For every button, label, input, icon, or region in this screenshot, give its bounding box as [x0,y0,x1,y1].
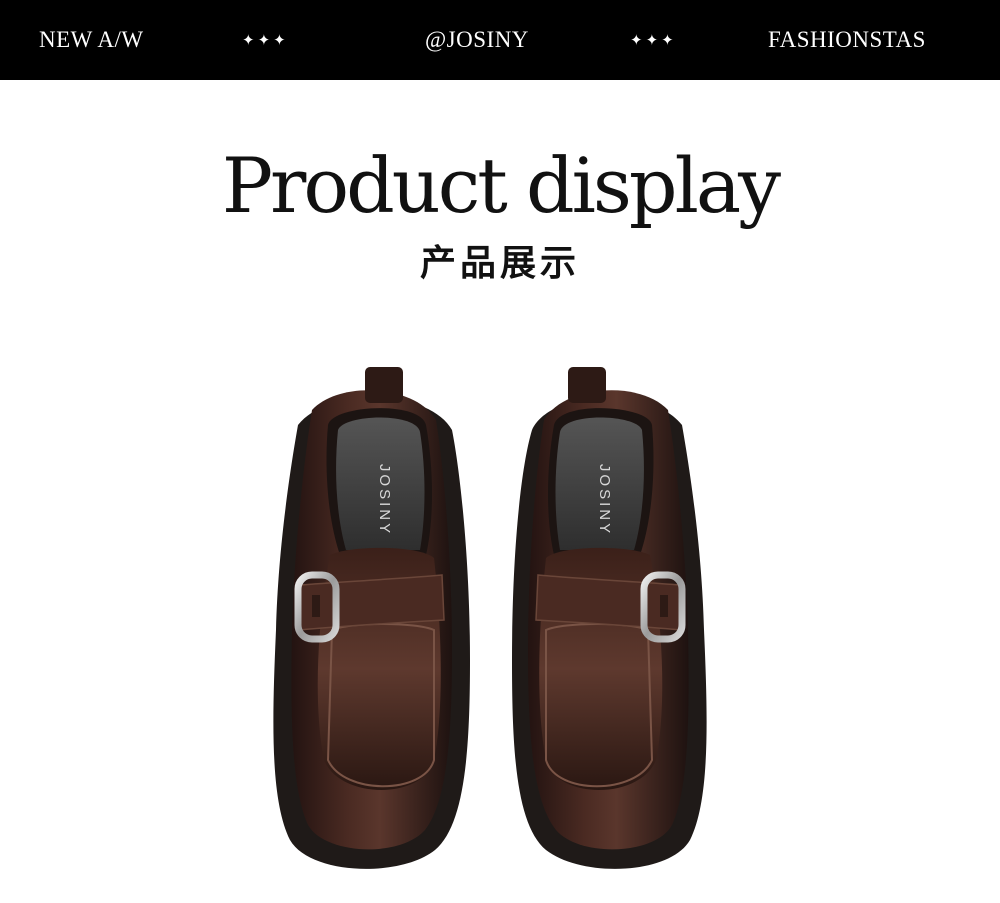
banner-new-aw-text: NEW A/W [39,27,144,52]
product-photo-loafers: JOSINY JOSINY [273,367,707,869]
section-title-chinese: 产品展示 [419,243,580,284]
banner-fashionistas-text: FASHIONSTAS [768,27,926,52]
section-title-english: Product display [221,141,781,230]
sparkle-stars-icon: ✦✦✦ [242,31,289,49]
top-banner: NEW A/W ✦✦✦ @JOSINY ✦✦✦ FASHIONSTAS [0,0,1000,80]
right-shoe: JOSINY [512,367,707,869]
insole-logo-right: JOSINY [596,464,613,536]
insole-logo-left: JOSINY [376,464,393,536]
sparkle-stars-icon: ✦✦✦ [630,31,677,49]
banner-brand-handle: @JOSINY [425,27,529,52]
left-shoe: JOSINY [273,367,470,869]
